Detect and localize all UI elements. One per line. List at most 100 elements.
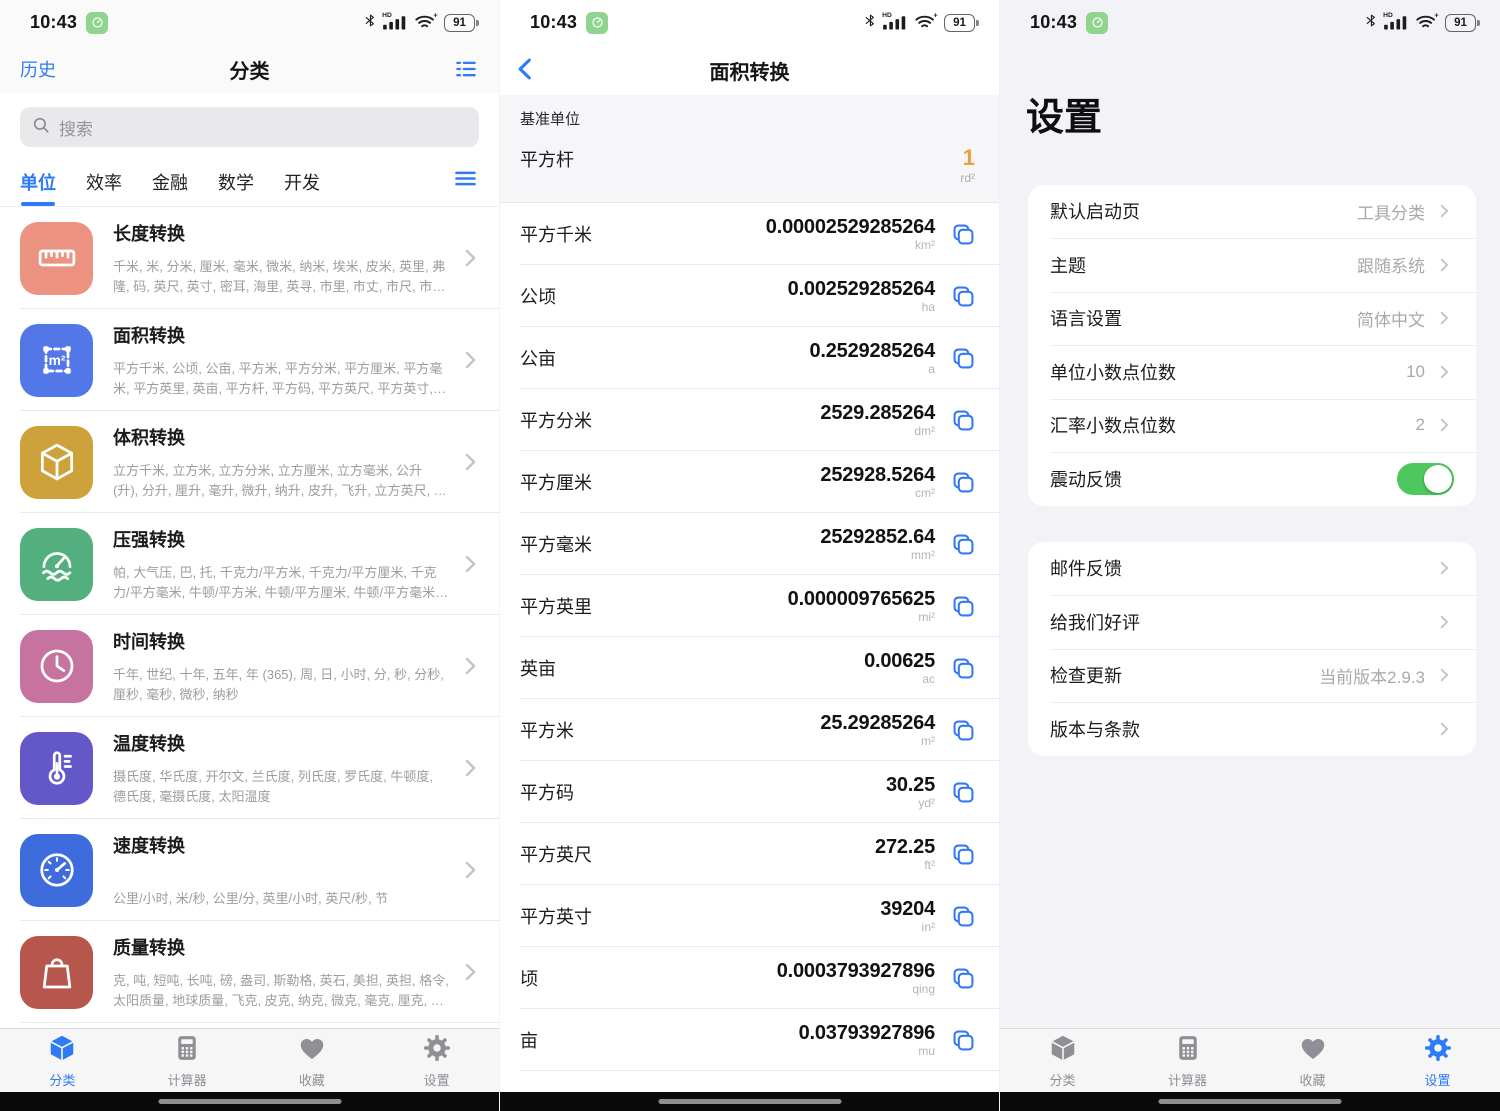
category-item[interactable]: 质量转换克, 吨, 短吨, 长吨, 磅, 盎司, 斯勒格, 英石, 美担, 英担… [0,921,499,1023]
home-indicator[interactable] [158,1099,341,1104]
thermometer-icon [35,746,79,790]
settings-row[interactable]: 单位小数点位数10 [1028,345,1476,399]
category-item[interactable]: 时间转换千年, 世纪, 十年, 五年, 年 (365), 周, 日, 小时, 分… [0,615,499,717]
category-item[interactable]: 温度转换摄氏度, 华氏度, 开尔文, 兰氏度, 列氏度, 罗氏度, 牛顿度, 德… [0,717,499,819]
list-view-icon[interactable] [453,56,479,82]
copy-icon[interactable] [948,963,979,994]
conversion-row[interactable]: 亩0.03793927896mu [500,1009,999,1071]
calculator-icon [172,1033,202,1068]
battery-icon: 91 [444,14,475,32]
copy-icon[interactable] [948,715,979,746]
category-item[interactable]: 体积转换立方千米, 立方米, 立方分米, 立方厘米, 立方毫米, 公升 (升),… [0,411,499,513]
tab-金融[interactable]: 金融 [152,169,188,206]
conversion-row[interactable]: 平方码30.25yd² [500,761,999,823]
tab-bar-label: 分类 [49,1070,75,1089]
tab-bar-item-计算器[interactable]: 计算器 [125,1029,250,1092]
tab-bar-item-分类[interactable]: 分类 [1000,1029,1125,1092]
tab-开发[interactable]: 开发 [284,169,320,206]
settings-row[interactable]: 检查更新当前版本2.9.3 [1028,649,1476,703]
category-title: 质量转换 [113,934,449,960]
settings-row[interactable]: 版本与条款 [1028,702,1476,756]
search-icon [30,114,52,141]
chevron-right-icon [1434,415,1454,435]
conversion-row[interactable]: 平方分米2529.285264dm² [500,389,999,451]
category-desc: 摄氏度, 华氏度, 开尔文, 兰氏度, 列氏度, 罗氏度, 牛顿度, 德氏度, … [113,767,449,806]
home-bar [500,1092,999,1111]
home-indicator[interactable] [1159,1099,1342,1104]
settings-row[interactable]: 给我们好评 [1028,595,1476,649]
menu-icon[interactable] [452,165,479,206]
tab-bar-item-设置[interactable]: 设置 [1375,1029,1500,1092]
conversion-row[interactable]: 平方米25.29285264m² [500,699,999,761]
settings-label: 单位小数点位数 [1050,359,1176,385]
settings-row[interactable]: 邮件反馈 [1028,542,1476,596]
bag-icon [35,950,79,994]
search-input[interactable]: 搜索 [20,107,479,147]
category-tile [20,426,93,499]
signal-icon: HD [382,11,408,35]
copy-icon[interactable] [948,591,979,622]
copy-icon[interactable] [948,901,979,932]
copy-icon[interactable] [948,343,979,374]
unit-symbol: qing [777,983,935,996]
settings-row[interactable]: 默认启动页工具分类 [1028,185,1476,239]
conversion-row[interactable]: 平方千米0.00002529285264km² [500,203,999,265]
back-icon[interactable] [512,55,540,83]
copy-icon[interactable] [948,839,979,870]
settings-row[interactable]: 语言设置简体中文 [1028,292,1476,346]
copy-icon[interactable] [948,653,979,684]
category-item[interactable]: m²面积转换平方千米, 公顷, 公亩, 平方米, 平方分米, 平方厘米, 平方毫… [0,309,499,411]
category-item[interactable]: 速度转换公里/小时, 米/秒, 公里/分, 英里/小时, 英尺/秒, 节 [0,819,499,921]
category-desc: 千年, 世纪, 十年, 五年, 年 (365), 周, 日, 小时, 分, 秒,… [113,665,449,704]
settings-row[interactable]: 主题跟随系统 [1028,238,1476,292]
settings-title: 设置 [1026,95,1500,143]
bottom-tab-bar: 分类 计算器收藏设置 [0,1028,499,1092]
unit-value-block: 2529.285264dm² [820,402,935,439]
conversion-row[interactable]: 平方英尺272.25ft² [500,823,999,885]
base-unit-value[interactable]: 1 [960,146,975,170]
unit-value: 0.03793927896 [799,1022,935,1044]
tab-bar-item-计算器[interactable]: 计算器 [1125,1029,1250,1092]
copy-icon[interactable] [948,777,979,808]
copy-icon[interactable] [948,529,979,560]
tab-bar-item-设置[interactable]: 设置 [374,1029,499,1092]
base-unit-row[interactable]: 平方杆 1 rd² [520,146,975,185]
page-title: 面积转换 [710,56,790,85]
conversion-row[interactable]: 顷0.0003793927896qing [500,947,999,1009]
home-indicator[interactable] [658,1099,841,1104]
unit-value-block: 0.002529285264ha [788,278,935,315]
home-bar [1000,1092,1500,1111]
status-bar: 10:43 HD + 91 [500,0,999,45]
tab-效率[interactable]: 效率 [86,169,122,206]
conversion-row[interactable]: 英亩0.00625ac [500,637,999,699]
category-title: 速度转换 [113,832,449,858]
tab-单位[interactable]: 单位 [20,169,56,206]
heart-icon [1298,1033,1328,1068]
copy-icon[interactable] [948,1025,979,1056]
copy-icon[interactable] [948,467,979,498]
category-item[interactable]: 压强转换帕, 大气压, 巴, 托, 千克力/平方米, 千克力/平方厘米, 千克力… [0,513,499,615]
status-left: 10:43 [30,12,108,34]
settings-row[interactable]: 汇率小数点位数2 [1028,399,1476,453]
unit-value: 25292852.64 [820,526,935,548]
copy-icon[interactable] [948,405,979,436]
copy-icon[interactable] [948,219,979,250]
conversion-row[interactable]: 公顷0.002529285264ha [500,265,999,327]
app-indicator-icon [1086,12,1108,34]
conversion-row[interactable]: 平方厘米252928.5264cm² [500,451,999,513]
category-tile [20,834,93,907]
tab-bar-item-收藏[interactable]: 收藏 [250,1029,375,1092]
conversion-row[interactable]: 公亩0.2529285264a [500,327,999,389]
category-item[interactable]: 长度转换千米, 米, 分米, 厘米, 毫米, 微米, 纳米, 埃米, 皮米, 英… [0,207,499,309]
tab-bar-item-收藏[interactable]: 收藏 [1250,1029,1375,1092]
category-body: 速度转换公里/小时, 米/秒, 公里/分, 英里/小时, 英尺/秒, 节 [113,832,449,908]
wifi-icon: + [1415,11,1439,35]
vibration-toggle[interactable] [1397,463,1454,495]
settings-row[interactable]: 震动反馈 [1028,452,1476,506]
tab-数学[interactable]: 数学 [218,169,254,206]
conversion-row[interactable]: 平方英寸39204in² [500,885,999,947]
conversion-row[interactable]: 平方英里0.000009765625mi² [500,575,999,637]
copy-icon[interactable] [948,281,979,312]
tab-bar-item-分类[interactable]: 分类 [0,1029,125,1092]
conversion-row[interactable]: 平方毫米25292852.64mm² [500,513,999,575]
